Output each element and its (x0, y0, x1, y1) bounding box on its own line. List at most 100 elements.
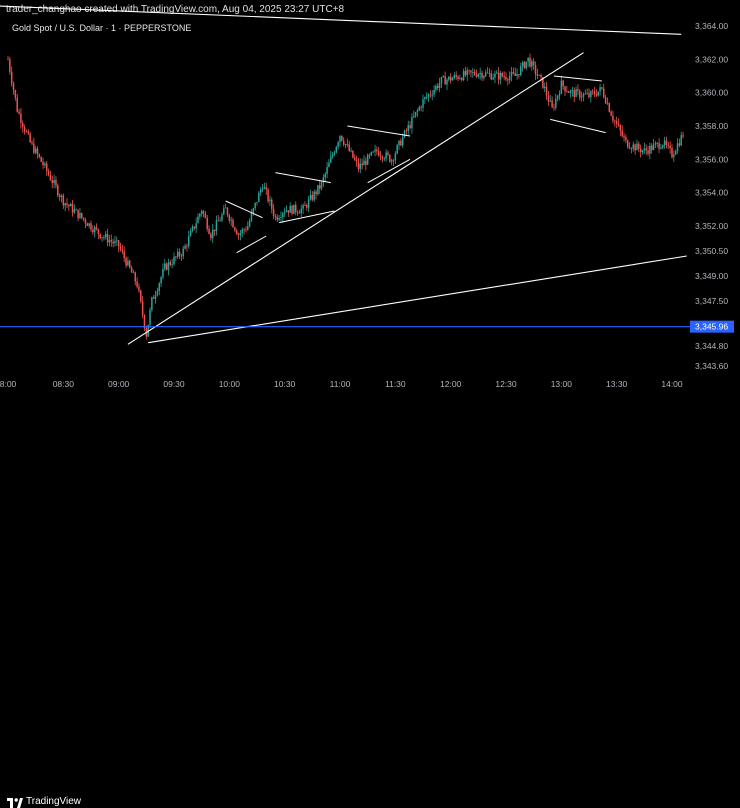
candle (507, 77, 509, 86)
candle (348, 140, 350, 152)
candle (16, 93, 18, 113)
candle (601, 86, 603, 91)
candle (586, 88, 588, 95)
candle (372, 150, 374, 153)
candles (7, 53, 684, 340)
candle (307, 196, 310, 213)
candle (534, 61, 537, 80)
candle (438, 77, 441, 93)
candle (247, 221, 249, 231)
candle (573, 87, 575, 103)
candle (477, 72, 480, 79)
candle (22, 120, 24, 133)
candle (466, 67, 469, 81)
candle (272, 204, 275, 220)
candle (403, 129, 406, 139)
candle (350, 147, 352, 153)
candle (27, 128, 30, 135)
candle (300, 204, 303, 218)
candle (36, 146, 39, 159)
candle (593, 86, 596, 98)
candle (499, 70, 502, 85)
candle (663, 136, 666, 149)
price-tick-label: 3,343.60 (695, 361, 728, 371)
candle (599, 83, 601, 96)
drawings[interactable] (0, 1, 687, 345)
candle (204, 210, 207, 219)
candle (413, 110, 415, 119)
candle (173, 252, 175, 266)
candle (401, 133, 404, 148)
candle (298, 209, 301, 214)
candle (239, 230, 242, 241)
candle (12, 81, 15, 95)
price-tick-label: 3,352.00 (695, 221, 728, 231)
candle (630, 147, 633, 154)
candle (455, 71, 457, 80)
candle (162, 263, 164, 280)
candle (604, 95, 607, 105)
candle (503, 71, 505, 81)
candle (263, 182, 266, 190)
candle (483, 75, 485, 81)
candle (591, 88, 594, 95)
price-tick-label: 3,356.00 (695, 154, 728, 164)
candle (117, 239, 120, 253)
candle (383, 156, 386, 162)
trendline[interactable] (0, 1, 682, 35)
candle (437, 83, 439, 91)
candle (518, 73, 520, 79)
candle (400, 138, 402, 147)
candle (494, 70, 496, 84)
candle (508, 71, 511, 84)
candle (641, 149, 644, 155)
candle (420, 105, 422, 112)
candle (543, 82, 546, 93)
time-axis[interactable]: 8:00 08:30 09:00 09:30 10:00 10:30 11:00 11:30 1… (0, 379, 683, 389)
trendline[interactable] (148, 255, 687, 344)
candle (484, 69, 487, 78)
pattern-line[interactable] (550, 118, 606, 134)
price-chart[interactable]: 3,364.00 3,362.00 3,360.00 3,358.00 3,356.00… (0, 0, 740, 417)
tradingview-logo-icon[interactable] (7, 798, 23, 808)
candle (289, 202, 291, 213)
trendline[interactable] (127, 52, 584, 345)
candle (169, 260, 172, 267)
candle (130, 265, 133, 273)
candle (433, 85, 435, 98)
svg-text:3,345.96: 3,345.96 (695, 322, 728, 332)
candle (577, 83, 579, 96)
candle (141, 296, 144, 319)
pattern-line[interactable] (367, 158, 411, 184)
candle (320, 180, 323, 191)
candle (7, 56, 9, 61)
candle (178, 248, 181, 260)
candle (614, 119, 616, 127)
candle (223, 204, 225, 216)
candle (47, 168, 50, 177)
candle (673, 150, 675, 162)
pattern-line[interactable] (236, 235, 267, 254)
candle (425, 92, 428, 100)
candle (520, 62, 522, 77)
candle (610, 109, 612, 117)
candle (45, 160, 48, 176)
candle (110, 234, 113, 247)
candle (282, 211, 284, 223)
candle (62, 193, 65, 209)
candle (582, 92, 585, 102)
pattern-line[interactable] (275, 172, 331, 184)
candle (186, 243, 188, 252)
pattern-line[interactable] (347, 125, 411, 137)
candle (352, 150, 354, 159)
candle (58, 193, 61, 201)
candle (468, 69, 470, 75)
candle (411, 113, 413, 134)
time-tick-label: 11:30 (385, 379, 406, 389)
candle (106, 228, 109, 247)
candle (366, 153, 369, 166)
candle (241, 227, 243, 238)
candle (531, 59, 533, 71)
candle (293, 204, 295, 214)
price-axis[interactable]: 3,364.00 3,362.00 3,360.00 3,358.00 3,356.00… (690, 21, 734, 371)
